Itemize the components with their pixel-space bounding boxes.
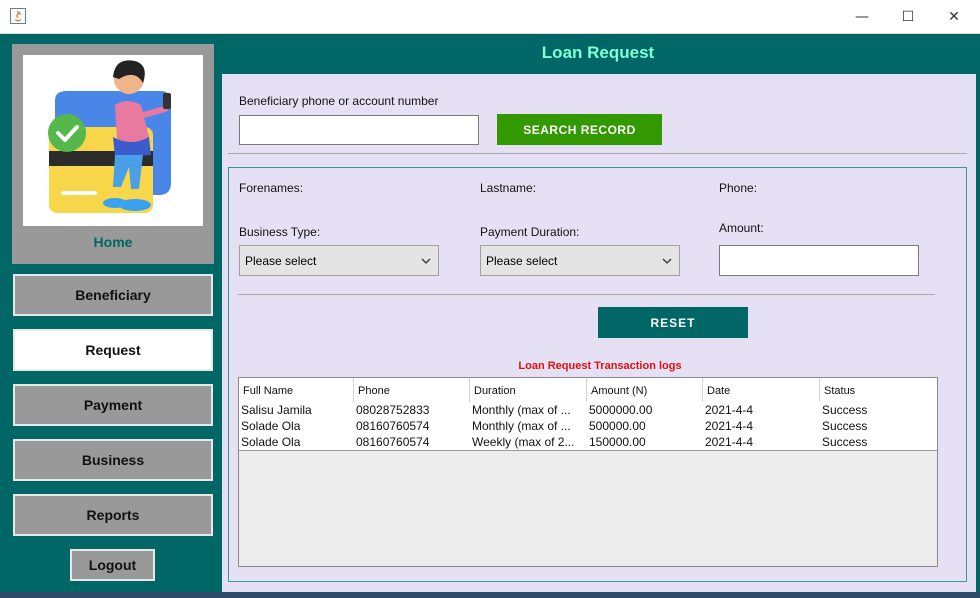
cell-phone: 08028752833 [356,403,430,417]
cell-phone: 08160760574 [356,435,430,449]
cell-date: 2021-4-4 [705,403,754,417]
column-header-duration[interactable]: Duration [470,378,587,402]
cell-full-name: Solade Ola [241,419,301,433]
cell-phone: 08160760574 [356,419,430,433]
payment-duration-value: Please select [486,253,558,268]
phone-label: Phone: [719,181,758,195]
app-content: Home Beneficiary Request Payment Busines… [0,34,980,598]
cell-status: Success [822,403,868,417]
lastname-label: Lastname: [480,181,537,195]
amount-label: Amount: [719,221,764,235]
search-label: Beneficiary phone or account number [239,94,439,108]
business-type-value: Please select [245,253,317,268]
table-row[interactable]: Solade Ola 08160760574 Monthly (max of .… [239,418,937,435]
nav-business-button[interactable]: Business [13,439,213,481]
title-bar: — ☐ ✕ [0,0,980,34]
cell-amount: 500000.00 [589,419,646,433]
logout-button[interactable]: Logout [70,549,155,581]
column-header-date[interactable]: Date [703,378,820,402]
table-row[interactable]: Salisu Jamila 08028752833 Monthly (max o… [239,402,937,419]
cell-full-name: Salisu Jamila [241,403,312,417]
nav-beneficiary-button[interactable]: Beneficiary [13,274,213,316]
column-header-status[interactable]: Status [820,378,937,402]
loan-request-panel: Beneficiary phone or account number SEAR… [222,74,976,594]
minimize-button[interactable]: — [839,0,885,33]
minimize-icon: — [855,8,869,25]
cell-date: 2021-4-4 [705,435,754,449]
transaction-logs-title: Loan Request Transaction logs [518,360,682,372]
maximize-button[interactable]: ☐ [885,0,931,33]
payment-duration-select[interactable]: Please select [480,245,680,276]
search-record-button[interactable]: SEARCH RECORD [497,114,662,145]
table-header: Full Name Phone Duration Amount (N) Date… [239,378,937,403]
cell-amount: 150000.00 [589,435,646,449]
app-window: — ☐ ✕ Home Beneficiary Request Payment B… [0,0,980,598]
loan-form-box: Forenames: Lastname: Phone: Business Typ… [228,167,967,582]
desktop-background-strip [0,592,980,598]
person-with-card-illustration [23,55,203,226]
home-hero-panel[interactable]: Home [12,44,214,264]
column-header-amount[interactable]: Amount (N) [587,378,703,402]
search-divider [228,153,967,154]
chevron-down-icon [662,258,672,264]
cell-status: Success [822,419,868,433]
business-type-select[interactable]: Please select [239,245,439,276]
close-button[interactable]: ✕ [931,0,977,33]
home-label: Home [93,234,133,250]
column-header-full-name[interactable]: Full Name [239,378,354,402]
transaction-logs-table[interactable]: Full Name Phone Duration Amount (N) Date… [238,377,938,567]
maximize-icon: ☐ [901,8,915,25]
amount-input[interactable] [719,245,919,276]
cell-duration: Monthly (max of ... [472,419,571,433]
page-title: Loan Request [541,43,655,62]
cell-duration: Monthly (max of ... [472,403,571,417]
nav-payment-button[interactable]: Payment [13,384,213,426]
cell-status: Success [822,435,868,449]
cell-amount: 5000000.00 [589,403,653,417]
nav-request-button[interactable]: Request [13,329,213,371]
nav-reports-button[interactable]: Reports [13,494,213,536]
forenames-label: Forenames: [239,181,304,195]
table-row[interactable]: Solade Ola 08160760574 Weekly (max of 2.… [239,434,937,451]
cell-duration: Weekly (max of 2... [472,435,575,449]
column-header-phone[interactable]: Phone [354,378,470,402]
form-divider [238,294,935,295]
reset-button[interactable]: RESET [598,307,748,338]
close-icon: ✕ [948,8,960,25]
cell-date: 2021-4-4 [705,419,754,433]
java-app-icon [10,8,26,24]
business-type-label: Business Type: [239,225,321,239]
beneficiary-search-input[interactable] [239,115,479,145]
payment-duration-label: Payment Duration: [480,225,580,239]
chevron-down-icon [421,258,431,264]
hero-illustration [23,55,203,226]
cell-full-name: Solade Ola [241,435,301,449]
